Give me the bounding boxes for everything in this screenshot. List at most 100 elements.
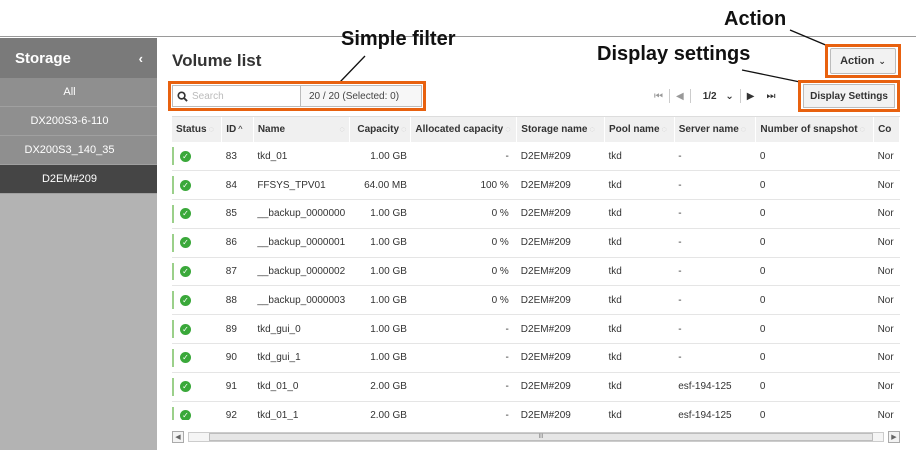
sidebar-item-dx200s3-6-110[interactable]: DX200S3-6-110 — [0, 107, 157, 136]
copy-cell: Nor — [873, 285, 900, 316]
storage-cell: D2EM#209 — [516, 170, 605, 201]
server-cell: - — [674, 199, 756, 229]
record-count: 20 / 20 (Selected: 0) — [301, 86, 421, 106]
status-ok-icon: ✓ — [180, 208, 191, 220]
sort-icon: ◌ — [661, 124, 667, 134]
column-label: Co — [878, 124, 892, 135]
table-row[interactable]: ✓ 92 tkd_01_1 2.00 GB - D2EM#209 tkd esf-194-12… — [172, 401, 900, 420]
column-header-number-of-snapshot[interactable]: Number of snapshot ◌ — [755, 117, 875, 142]
sort-icon: ◌ — [505, 124, 511, 134]
search-icon — [177, 90, 188, 102]
status-cell: ✓ — [172, 228, 222, 258]
column-label: Capacity — [357, 124, 400, 135]
snapshots-cell: 0 — [755, 199, 874, 229]
display-settings-button[interactable]: Display Settings — [803, 84, 895, 108]
scroll-track[interactable]: III — [188, 432, 884, 442]
pool-cell: tkd — [604, 314, 675, 345]
capacity-cell: 1.00 GB — [349, 199, 411, 229]
last-page-icon[interactable]: ⏭ — [760, 91, 781, 102]
snapshots-cell: 0 — [755, 228, 874, 258]
status-cell: ✓ — [172, 401, 222, 420]
table-row[interactable]: ✓ 90 tkd_gui_1 1.00 GB - D2EM#209 tkd -0 Nor — [172, 343, 900, 373]
id-cell: 84 — [221, 170, 254, 201]
table-row[interactable]: ✓ 84 FFSYS_TPV01 64.00 MB 100 % D2EM#209 tkd -0… — [172, 170, 900, 201]
column-label: Number of snapshot — [760, 124, 858, 135]
snapshots-cell: 0 — [755, 285, 874, 316]
table-row[interactable]: ✓ 86 __backup_0000001 1.00 GB 0 % D2EM#209 tkd… — [172, 228, 900, 258]
table-row[interactable]: ✓ 88 __backup_0000003 1.00 GB 0 % D2EM#209 tkd… — [172, 285, 900, 316]
sidebar: Storage ‹ All DX200S3-6-110 DX200S3_140_… — [0, 38, 157, 450]
status-ok-icon: ✓ — [180, 323, 191, 335]
table-row[interactable]: ✓ 91 tkd_01_0 2.00 GB - D2EM#209 tkd esf-194-12… — [172, 372, 900, 402]
table-row[interactable]: ✓ 89 tkd_gui_0 1.00 GB - D2EM#209 tkd -0 Nor — [172, 314, 900, 345]
column-header-name[interactable]: Name ◌ — [253, 117, 350, 142]
simple-filter: 20 / 20 (Selected: 0) — [172, 85, 422, 107]
status-cell: ✓ — [172, 199, 222, 229]
snapshots-cell: 0 — [755, 401, 874, 420]
display-settings-label: Display Settings — [810, 90, 888, 102]
server-cell: - — [674, 257, 756, 287]
capacity-cell: 1.00 GB — [349, 257, 411, 287]
sort-icon: ◌ — [208, 124, 214, 134]
arrow-right-icon[interactable]: ▶ — [888, 431, 900, 443]
storage-cell: D2EM#209 — [516, 285, 605, 316]
prev-page-icon[interactable]: ◀ — [670, 91, 690, 102]
id-cell: 89 — [221, 314, 254, 345]
table-row[interactable]: ✓ 85 __backup_0000000 1.00 GB 0 % D2EM#209 tkd… — [172, 199, 900, 229]
snapshots-cell: 0 — [755, 257, 874, 287]
column-header-pool-name[interactable]: Pool name ◌ — [604, 117, 675, 142]
column-label: Status — [176, 124, 207, 135]
column-header-status[interactable]: Status ◌ — [172, 117, 223, 142]
storage-cell: D2EM#209 — [516, 314, 605, 345]
allocated-cell: 0 % — [410, 199, 517, 229]
scroll-thumb[interactable]: III — [209, 433, 873, 441]
sidebar-item-label: DX200S3-6-110 — [30, 115, 109, 127]
sort-icon: ◌ — [859, 124, 865, 134]
page-indicator: 1/2 — [702, 90, 717, 102]
search-input[interactable] — [192, 90, 296, 102]
column-header-copy[interactable]: Co — [873, 117, 900, 142]
allocated-cell: 0 % — [410, 228, 517, 258]
id-cell: 86 — [221, 228, 254, 258]
search-box — [173, 86, 301, 106]
first-page-icon[interactable]: ⏮ — [648, 91, 669, 102]
sidebar-item-all[interactable]: All — [0, 78, 157, 107]
column-header-id[interactable]: ID ^ — [221, 117, 254, 142]
copy-cell: Nor — [873, 228, 900, 258]
arrow-left-icon[interactable]: ◀ — [172, 431, 184, 443]
column-header-capacity[interactable]: Capacity ◌ — [349, 117, 412, 142]
column-header-storage-name[interactable]: Storage name ◌ — [516, 117, 605, 142]
status-ok-icon: ✓ — [180, 294, 191, 306]
status-cell: ✓ — [172, 285, 222, 316]
sidebar-item-d2em209[interactable]: D2EM#209 — [0, 165, 157, 194]
status-ok-icon: ✓ — [180, 150, 191, 162]
chevron-left-icon[interactable]: ‹ — [139, 51, 143, 66]
next-page-icon[interactable]: ▶ — [741, 91, 761, 102]
action-button[interactable]: Action ⌄ — [830, 48, 896, 74]
table-row[interactable]: ✓ 83 tkd_01 1.00 GB - D2EM#209 tkd -0 Nor — [172, 142, 900, 172]
column-header-allocated-capacity[interactable]: Allocated capacity ◌ — [410, 117, 518, 142]
pool-cell: tkd — [604, 401, 675, 420]
horizontal-scrollbar[interactable]: ◀ III ▶ — [172, 430, 900, 444]
pool-cell: tkd — [604, 142, 675, 172]
top-divider — [0, 36, 916, 37]
volume-table-container: Status ◌ ID ^ Name ◌ Capacity ◌ Allocated ca… — [172, 116, 900, 420]
copy-cell: Nor — [873, 199, 900, 229]
column-header-server-name[interactable]: Server name ◌ — [674, 117, 757, 142]
snapshots-cell: 0 — [755, 142, 874, 172]
server-cell: - — [674, 228, 756, 258]
server-cell: - — [674, 314, 756, 345]
name-cell: FFSYS_TPV01 — [253, 170, 350, 201]
id-cell: 92 — [221, 401, 254, 420]
pool-cell: tkd — [604, 372, 675, 402]
status-ok-icon: ✓ — [180, 266, 191, 278]
page-select[interactable]: 1/2 ⌄ — [691, 91, 740, 102]
capacity-cell: 1.00 GB — [349, 343, 411, 373]
table-row[interactable]: ✓ 87 __backup_0000002 1.00 GB 0 % D2EM#209 tkd… — [172, 257, 900, 287]
status-ok-icon: ✓ — [180, 237, 191, 249]
status-ok-icon: ✓ — [180, 410, 191, 420]
status-cell: ✓ — [172, 314, 222, 345]
server-cell: esf-194-125 — [674, 372, 756, 402]
snapshots-cell: 0 — [755, 170, 874, 201]
sidebar-item-dx200s3-140-35[interactable]: DX200S3_140_35 — [0, 136, 157, 165]
